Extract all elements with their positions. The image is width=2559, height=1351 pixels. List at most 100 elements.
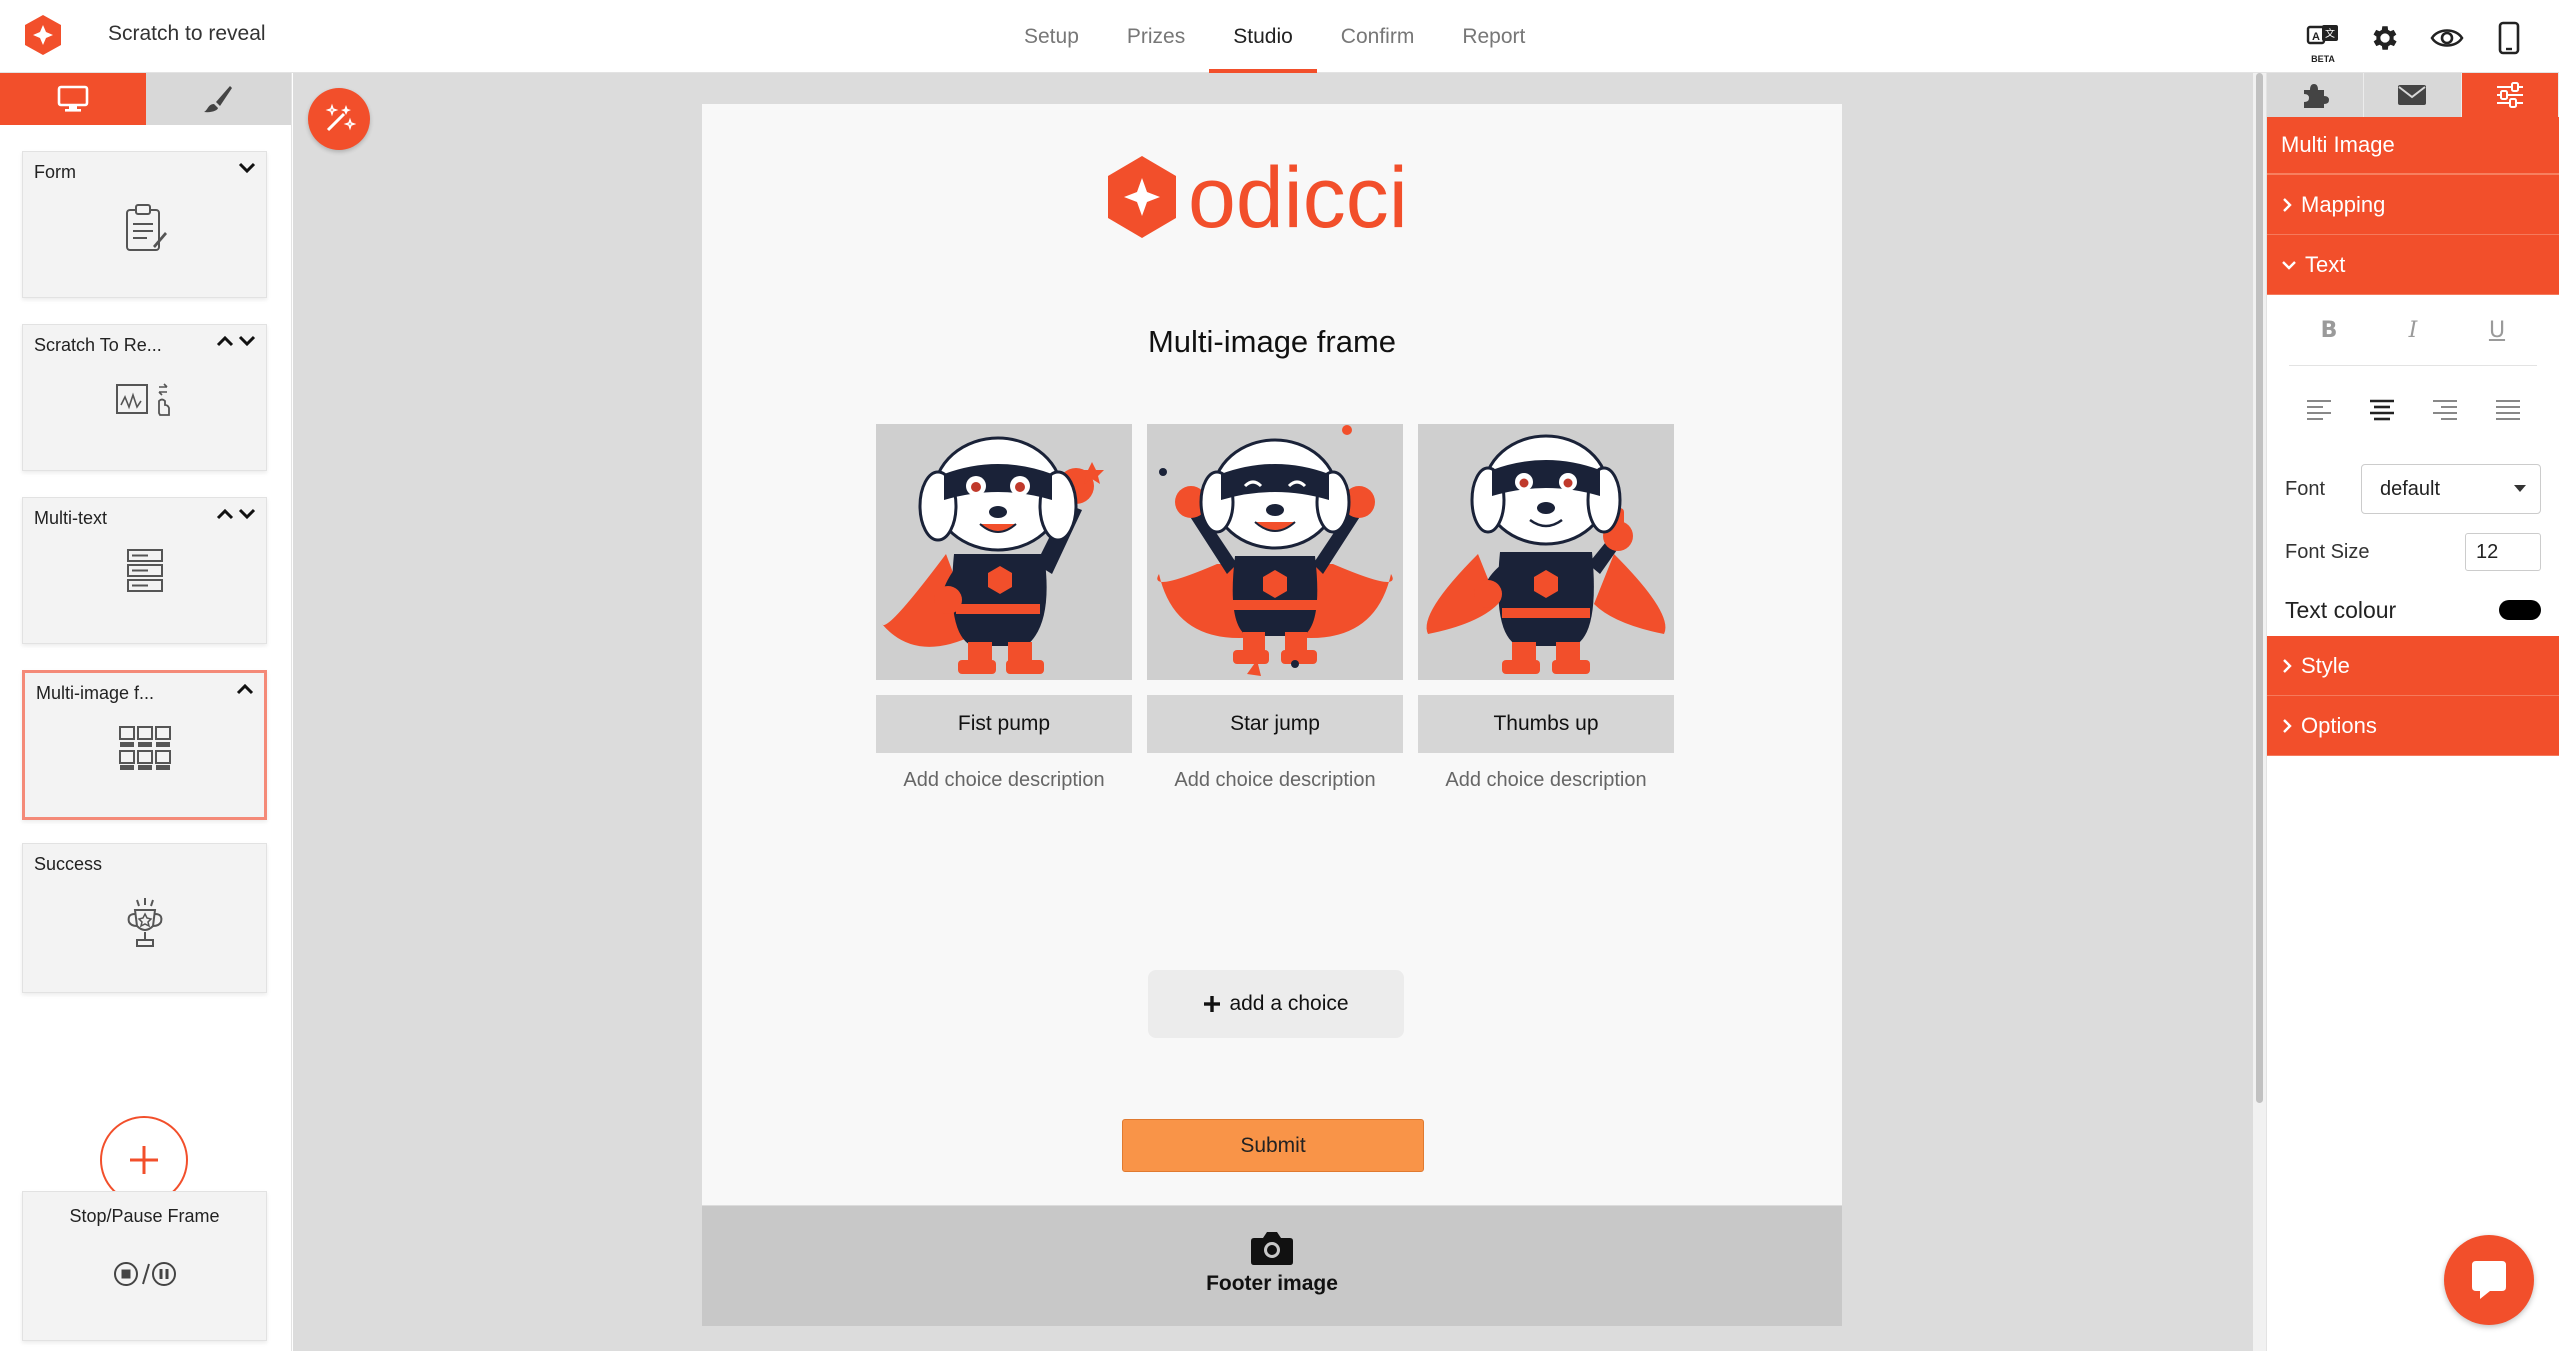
panel-title: Multi Image <box>2267 117 2559 175</box>
font-size-row: Font Size <box>2267 520 2559 584</box>
scrollbar-thumb[interactable] <box>2256 73 2263 1103</box>
tab-studio[interactable]: Studio <box>1209 0 1317 73</box>
right-panel-tabs <box>2267 73 2559 117</box>
svg-text:文: 文 <box>2325 27 2335 40</box>
chevron-up-icon[interactable] <box>216 508 234 520</box>
choice-item: Star jump Add choice description <box>1147 424 1403 792</box>
font-select[interactable]: default <box>2361 464 2541 514</box>
choice-image[interactable] <box>876 424 1132 680</box>
top-bar: Scratch to reveal Setup Prizes Studio Co… <box>0 0 2559 73</box>
multi-image-icon <box>118 725 172 776</box>
clipboard-icon <box>123 202 167 259</box>
section-style[interactable]: Style <box>2267 636 2559 696</box>
font-size-input[interactable] <box>2465 533 2541 571</box>
stop-pause-icon <box>113 1260 177 1293</box>
tab-integrations[interactable] <box>2267 73 2365 117</box>
frame-card-form[interactable]: Form <box>22 151 267 298</box>
tab-design[interactable] <box>145 73 291 125</box>
right-panel: Multi Image Mapping Text B I U Font defa… <box>2266 73 2559 1351</box>
magic-wand-button[interactable] <box>308 88 370 150</box>
frame-card-scratch[interactable]: Scratch To Re... <box>22 324 267 471</box>
top-actions: A 文 BETA <box>2303 18 2529 64</box>
odicci-logo-icon[interactable] <box>22 14 64 56</box>
multi-text-icon <box>126 548 164 599</box>
frame-card-success[interactable]: Success <box>22 843 267 993</box>
chevron-down-icon[interactable] <box>238 335 256 347</box>
frame-label: Multi-image f... <box>36 683 155 703</box>
choice-name[interactable]: Fist pump <box>876 695 1132 753</box>
choice-image[interactable] <box>1418 424 1674 680</box>
chevron-down-icon[interactable] <box>238 508 256 520</box>
bold-button[interactable]: B <box>2309 310 2349 350</box>
text-colour-swatch[interactable] <box>2499 600 2541 620</box>
frame-heading[interactable]: Multi-image frame <box>702 324 1842 360</box>
svg-text:A: A <box>2312 31 2320 43</box>
section-text[interactable]: Text <box>2267 235 2559 295</box>
choice-description[interactable]: Add choice description <box>1418 769 1674 792</box>
tab-report[interactable]: Report <box>1438 0 1549 73</box>
align-left-button[interactable] <box>2299 390 2339 430</box>
brand-logo: odicci <box>1102 150 1442 250</box>
align-justify-button[interactable] <box>2488 390 2528 430</box>
choice-description[interactable]: Add choice description <box>876 769 1132 792</box>
canvas-scrollbar[interactable] <box>2253 73 2266 1351</box>
chat-icon <box>2472 1261 2506 1299</box>
left-tabs <box>0 73 291 125</box>
frame-card-multi-image[interactable]: Multi-image f... <box>22 670 267 820</box>
envelope-icon <box>2398 85 2427 105</box>
tab-messages[interactable] <box>2364 73 2462 117</box>
add-choice-button[interactable]: add a choice <box>1148 970 1404 1038</box>
align-right-button[interactable] <box>2425 390 2465 430</box>
left-sidebar: Form Scratch To Re... Multi-text Multi-i… <box>0 73 292 1351</box>
camera-icon <box>1250 1230 1294 1271</box>
trophy-icon <box>123 898 167 957</box>
text-colour-row: Text colour <box>2267 584 2559 636</box>
frame-card-multi-text[interactable]: Multi-text <box>22 497 267 644</box>
magic-wand-icon <box>325 103 356 132</box>
font-row: Font default <box>2267 458 2559 520</box>
submit-button[interactable]: Submit <box>1122 1119 1424 1172</box>
chevron-right-icon <box>2283 718 2292 733</box>
choice-image[interactable] <box>1147 424 1403 680</box>
plus-icon <box>130 1146 158 1174</box>
choice-name[interactable]: Star jump <box>1147 695 1403 753</box>
tab-settings[interactable] <box>2461 73 2559 117</box>
font-label: Font <box>2285 477 2326 500</box>
eye-icon <box>2430 29 2464 47</box>
choice-name[interactable]: Thumbs up <box>1418 695 1674 753</box>
italic-button[interactable]: I <box>2393 310 2433 350</box>
tab-confirm[interactable]: Confirm <box>1317 0 1439 73</box>
caret-down-icon <box>2514 485 2526 492</box>
tab-prizes[interactable]: Prizes <box>1103 0 1209 73</box>
choice-description[interactable]: Add choice description <box>1147 769 1403 792</box>
align-justify-icon <box>2495 400 2520 420</box>
tab-desktop[interactable] <box>0 73 146 125</box>
chevron-down-icon[interactable] <box>238 162 256 174</box>
chat-button[interactable] <box>2444 1235 2534 1325</box>
tab-setup[interactable]: Setup <box>1000 0 1103 73</box>
footer-image-label: Footer image <box>1206 1272 1338 1295</box>
chevron-up-icon[interactable] <box>216 335 234 347</box>
preview-button[interactable] <box>2427 18 2467 58</box>
align-center-button[interactable] <box>2362 390 2402 430</box>
mobile-icon <box>2498 21 2520 55</box>
translate-button[interactable]: A 文 BETA <box>2303 18 2343 64</box>
puzzle-icon <box>2304 84 2330 108</box>
section-label: Style <box>2301 652 2350 678</box>
brand-name: odicci <box>1188 150 1408 246</box>
frame-label: Success <box>34 854 103 874</box>
section-mapping[interactable]: Mapping <box>2267 175 2559 235</box>
mobile-view-button[interactable] <box>2489 18 2529 58</box>
frame-label: Stop/Pause Frame <box>69 1206 220 1226</box>
underline-button[interactable]: U <box>2477 310 2517 350</box>
frame-card-stop-pause[interactable]: Stop/Pause Frame <box>22 1191 267 1341</box>
footer-image[interactable]: Footer image <box>702 1206 1842 1326</box>
gear-icon <box>2373 26 2397 50</box>
choice-item: Thumbs up Add choice description <box>1418 424 1674 792</box>
chevron-up-icon[interactable] <box>236 683 254 695</box>
align-left-icon <box>2306 400 2331 420</box>
settings-button[interactable] <box>2365 18 2405 58</box>
text-align-row <box>2267 366 2559 454</box>
text-colour-label: Text colour <box>2285 596 2397 623</box>
section-options[interactable]: Options <box>2267 696 2559 756</box>
